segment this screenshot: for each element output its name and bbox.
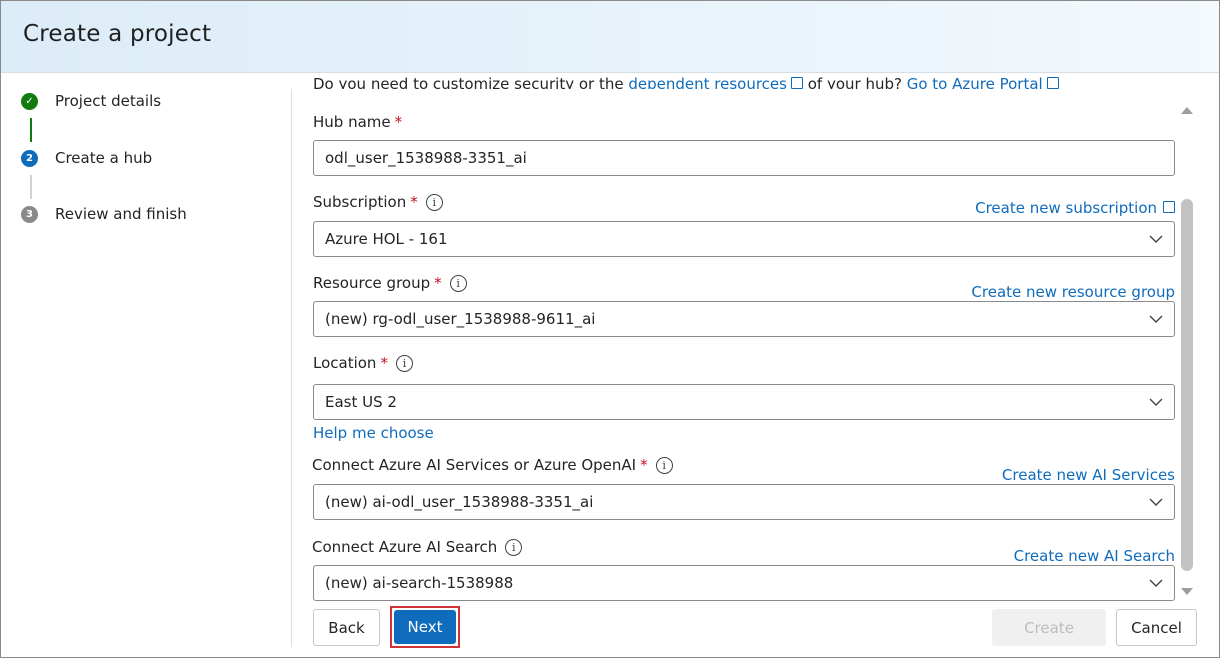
external-link-icon: [790, 77, 803, 89]
info-icon[interactable]: i: [425, 194, 443, 211]
required-mark: *: [640, 456, 648, 474]
step-create-hub[interactable]: 2 Create a hub: [21, 146, 152, 170]
location-dropdown[interactable]: East US 2: [313, 384, 1175, 420]
scroll-up-arrow-icon[interactable]: [1180, 101, 1194, 114]
create-project-dialog: Create a project ✓ Project details 2 Cre…: [0, 0, 1220, 658]
ai-services-value: (new) ai-odl_user_1538988-3351_ai: [325, 493, 594, 511]
label-text: Resource group: [313, 274, 431, 292]
step-project-details[interactable]: ✓ Project details: [21, 89, 161, 113]
azure-portal-link[interactable]: Go to Azure Portal: [907, 75, 1043, 89]
info-icon[interactable]: i: [655, 457, 673, 474]
step-label: Review and finish: [55, 205, 187, 223]
label-text: Connect Azure AI Search: [312, 538, 498, 556]
dependent-resources-link[interactable]: dependent resources: [628, 75, 787, 89]
ai-services-label: Connect Azure AI Services or Azure OpenA…: [312, 456, 673, 474]
resource-group-value: (new) rg-odl_user_1538988-9611_ai: [325, 310, 596, 328]
create-ai-services-link[interactable]: Create new AI Services: [1002, 466, 1175, 484]
create-subscription-link[interactable]: Create new subscription: [975, 199, 1175, 217]
location-value: East US 2: [325, 393, 397, 411]
link-text: Create new subscription: [975, 199, 1157, 217]
hub-name-input[interactable]: odl_user_1538988-3351_ai: [313, 140, 1175, 176]
required-mark: *: [394, 113, 403, 131]
step-review-finish[interactable]: 3 Review and finish: [21, 202, 187, 226]
create-ai-search-link[interactable]: Create new AI Search: [1014, 547, 1175, 565]
step-label: Create a hub: [55, 149, 153, 167]
label-text: Hub name: [313, 113, 391, 131]
step-connector-complete: [30, 118, 32, 142]
customize-intro-text: Do you need to customize security or the…: [313, 73, 1059, 89]
subscription-dropdown[interactable]: Azure HOL - 161: [313, 221, 1175, 257]
next-button[interactable]: Next: [394, 610, 456, 644]
step-number-icon: 3: [21, 205, 38, 223]
step-number-icon: 2: [21, 149, 38, 167]
resource-group-label: Resource group * i: [313, 274, 467, 292]
scroll-down-arrow-icon[interactable]: [1180, 583, 1194, 595]
info-icon[interactable]: i: [449, 275, 467, 292]
stepper-divider: [291, 89, 292, 647]
checkmark-icon: ✓: [21, 92, 38, 110]
hub-name-label: Hub name *: [313, 113, 402, 131]
resource-group-dropdown[interactable]: (new) rg-odl_user_1538988-9611_ai: [313, 301, 1175, 337]
subscription-label: Subscription * i: [313, 193, 443, 211]
info-icon[interactable]: i: [505, 539, 523, 556]
chevron-down-icon: [1138, 566, 1174, 600]
label-text: Connect Azure AI Services or Azure OpenA…: [312, 456, 637, 474]
ai-search-dropdown[interactable]: (new) ai-search-1538988: [313, 565, 1175, 601]
intro-middle: of your hub?: [802, 75, 907, 89]
info-icon[interactable]: i: [395, 355, 413, 372]
stepper: ✓ Project details 2 Create a hub 3 Revie…: [1, 73, 291, 657]
external-link-icon: [1046, 77, 1059, 89]
dialog-title: Create a project: [23, 21, 212, 47]
required-mark: *: [434, 274, 442, 292]
required-mark: *: [410, 193, 418, 211]
help-me-choose-link[interactable]: Help me choose: [313, 424, 434, 442]
ai-search-value: (new) ai-search-1538988: [325, 574, 514, 592]
dialog-header: Create a project: [1, 1, 1219, 73]
location-label: Location * i: [313, 354, 413, 372]
back-button[interactable]: Back: [313, 609, 380, 646]
label-text: Location: [313, 354, 377, 372]
required-mark: *: [380, 354, 388, 372]
chevron-down-icon: [1138, 385, 1174, 419]
intro-prefix: Do you need to customize security or the: [313, 75, 629, 89]
chevron-down-icon: [1138, 485, 1174, 519]
step-connector-pending: [30, 175, 32, 199]
label-text: Subscription: [313, 193, 407, 211]
create-resource-group-link[interactable]: Create new resource group: [971, 283, 1175, 301]
cancel-button[interactable]: Cancel: [1116, 609, 1197, 646]
chevron-down-icon: [1138, 222, 1174, 256]
scrollbar-thumb[interactable]: [1181, 199, 1193, 571]
chevron-down-icon: [1138, 302, 1174, 336]
ai-services-dropdown[interactable]: (new) ai-odl_user_1538988-3351_ai: [313, 484, 1175, 520]
create-button[interactable]: Create: [992, 609, 1106, 646]
external-link-icon: [1163, 201, 1175, 213]
subscription-value: Azure HOL - 161: [325, 230, 448, 248]
ai-search-label: Connect Azure AI Search i: [312, 538, 523, 556]
step-label: Project details: [55, 92, 162, 110]
hub-name-value: odl_user_1538988-3351_ai: [325, 149, 527, 167]
